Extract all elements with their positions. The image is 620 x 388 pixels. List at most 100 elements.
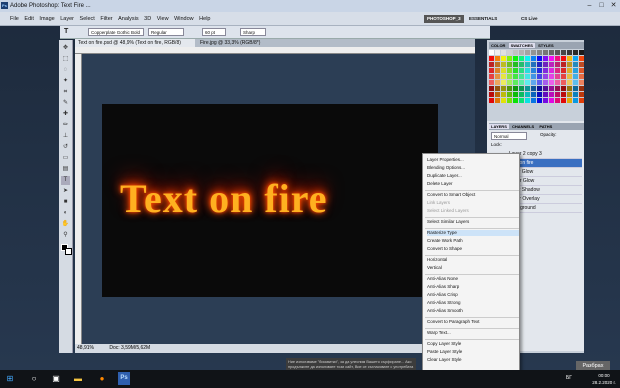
color-swatch[interactable] xyxy=(513,98,518,103)
color-swatch[interactable] xyxy=(567,68,572,73)
menu-window[interactable]: Window xyxy=(174,12,194,26)
color-swatch[interactable] xyxy=(531,80,536,85)
color-swatch[interactable] xyxy=(543,98,548,103)
color-swatch[interactable] xyxy=(489,92,494,97)
color-swatch[interactable] xyxy=(543,68,548,73)
close-button[interactable]: ✕ xyxy=(609,1,618,10)
context-menu-item[interactable]: Anti-Alias Sharp xyxy=(427,284,519,290)
color-swatch[interactable] xyxy=(495,68,500,73)
move-tool-icon[interactable]: ✥ xyxy=(61,44,70,53)
color-swatch[interactable] xyxy=(573,50,578,55)
eraser-tool-icon[interactable]: ▭ xyxy=(61,154,70,163)
menu-analysis[interactable]: Analysis xyxy=(118,12,138,26)
color-swatch[interactable] xyxy=(531,62,536,67)
color-swatch[interactable] xyxy=(549,74,554,79)
color-swatch[interactable] xyxy=(489,98,494,103)
tab-paths[interactable]: PATHS xyxy=(537,124,554,129)
color-swatch[interactable] xyxy=(507,98,512,103)
color-swatch[interactable] xyxy=(525,92,530,97)
color-swatch[interactable] xyxy=(537,68,542,73)
firefox-icon[interactable]: ● xyxy=(96,372,108,385)
color-swatch[interactable] xyxy=(561,86,566,91)
color-swatch[interactable] xyxy=(489,62,494,67)
context-menu-item[interactable]: Anti-Alias Strong xyxy=(427,300,519,306)
color-swatch[interactable] xyxy=(525,56,530,61)
color-swatch[interactable] xyxy=(573,80,578,85)
photoshop-icon[interactable]: Ps xyxy=(118,372,130,385)
color-swatch[interactable] xyxy=(519,80,524,85)
minimize-button[interactable]: – xyxy=(585,1,594,10)
color-swatch[interactable] xyxy=(579,80,584,85)
gradient-tool-icon[interactable]: ▤ xyxy=(61,165,70,174)
brush-tool-icon[interactable]: ✏ xyxy=(61,121,70,130)
shape-tool-icon[interactable]: ■ xyxy=(61,198,70,207)
color-swatch[interactable] xyxy=(519,68,524,73)
color-swatch[interactable] xyxy=(579,62,584,67)
context-menu-item[interactable]: Delete Layer xyxy=(427,181,519,187)
color-swatch[interactable] xyxy=(555,56,560,61)
cs-live-button[interactable]: CS Live xyxy=(518,15,541,23)
color-swatch[interactable] xyxy=(525,74,530,79)
color-swatch[interactable] xyxy=(501,98,506,103)
color-swatch[interactable] xyxy=(531,92,536,97)
file-explorer-icon[interactable]: ▬ xyxy=(72,372,84,385)
color-swatch[interactable] xyxy=(555,50,560,55)
color-swatch[interactable] xyxy=(537,62,542,67)
crop-tool-icon[interactable]: ⌗ xyxy=(61,88,70,97)
color-swatch[interactable] xyxy=(561,62,566,67)
color-swatch[interactable] xyxy=(495,86,500,91)
color-swatch[interactable] xyxy=(543,92,548,97)
color-swatch[interactable] xyxy=(507,92,512,97)
context-menu-item[interactable]: Anti-Alias None xyxy=(427,276,519,282)
search-icon[interactable]: ○ xyxy=(28,372,40,385)
color-swatch[interactable] xyxy=(537,74,542,79)
color-swatch[interactable] xyxy=(513,50,518,55)
context-menu-item[interactable]: Warp Text... xyxy=(427,330,519,336)
color-swatch[interactable] xyxy=(501,86,506,91)
color-swatch[interactable] xyxy=(495,56,500,61)
color-swatch[interactable] xyxy=(549,92,554,97)
color-swatch[interactable] xyxy=(549,68,554,73)
context-menu-item[interactable]: Duplicate Layer... xyxy=(427,173,519,179)
color-swatch[interactable] xyxy=(501,74,506,79)
color-swatch[interactable] xyxy=(501,92,506,97)
color-swatch[interactable] xyxy=(567,50,572,55)
color-swatch[interactable] xyxy=(495,80,500,85)
windows-start-icon[interactable]: ⊞ xyxy=(4,372,16,385)
tab-fire-jpg[interactable]: Fire.jpg @ 33,3% (RGB/8*) xyxy=(197,39,297,47)
color-swatch[interactable] xyxy=(489,56,494,61)
language-indicator[interactable]: БГ xyxy=(566,375,572,381)
menu-view[interactable]: View xyxy=(157,12,169,26)
color-swatch[interactable] xyxy=(507,62,512,67)
color-swatch[interactable] xyxy=(513,92,518,97)
color-swatch[interactable] xyxy=(513,80,518,85)
color-swatch[interactable] xyxy=(519,62,524,67)
color-swatch[interactable] xyxy=(549,80,554,85)
color-swatch[interactable] xyxy=(513,74,518,79)
context-menu-item[interactable]: Rasterize Type xyxy=(427,230,519,236)
color-swatch[interactable] xyxy=(495,92,500,97)
task-view-icon[interactable]: ▣ xyxy=(50,372,62,385)
color-swatch[interactable] xyxy=(489,80,494,85)
color-swatch[interactable] xyxy=(549,56,554,61)
color-swatch[interactable] xyxy=(579,50,584,55)
color-swatch[interactable] xyxy=(567,98,572,103)
tab-styles[interactable]: STYLES xyxy=(536,43,556,48)
context-menu-item[interactable]: Blending Options... xyxy=(427,165,519,171)
color-swatch[interactable] xyxy=(573,68,578,73)
color-swatch[interactable] xyxy=(579,98,584,103)
color-swatch[interactable] xyxy=(519,74,524,79)
color-swatch[interactable] xyxy=(567,86,572,91)
context-menu-item[interactable]: Link Layers xyxy=(427,200,519,206)
color-swatch[interactable] xyxy=(561,92,566,97)
menu-file[interactable]: File xyxy=(10,12,19,26)
color-swatch[interactable] xyxy=(537,56,542,61)
anti-alias-select[interactable]: Sharp xyxy=(240,28,266,36)
menu-image[interactable]: Image xyxy=(39,12,54,26)
tab-swatches[interactable]: SWATCHES xyxy=(508,43,535,48)
font-style-select[interactable]: Regular xyxy=(148,28,184,36)
color-swatch[interactable] xyxy=(537,80,542,85)
context-menu-item[interactable]: Horizontal xyxy=(427,257,519,263)
workspace-active[interactable]: PHOTOSHOP_3 xyxy=(424,15,464,23)
color-swatch[interactable] xyxy=(531,50,536,55)
